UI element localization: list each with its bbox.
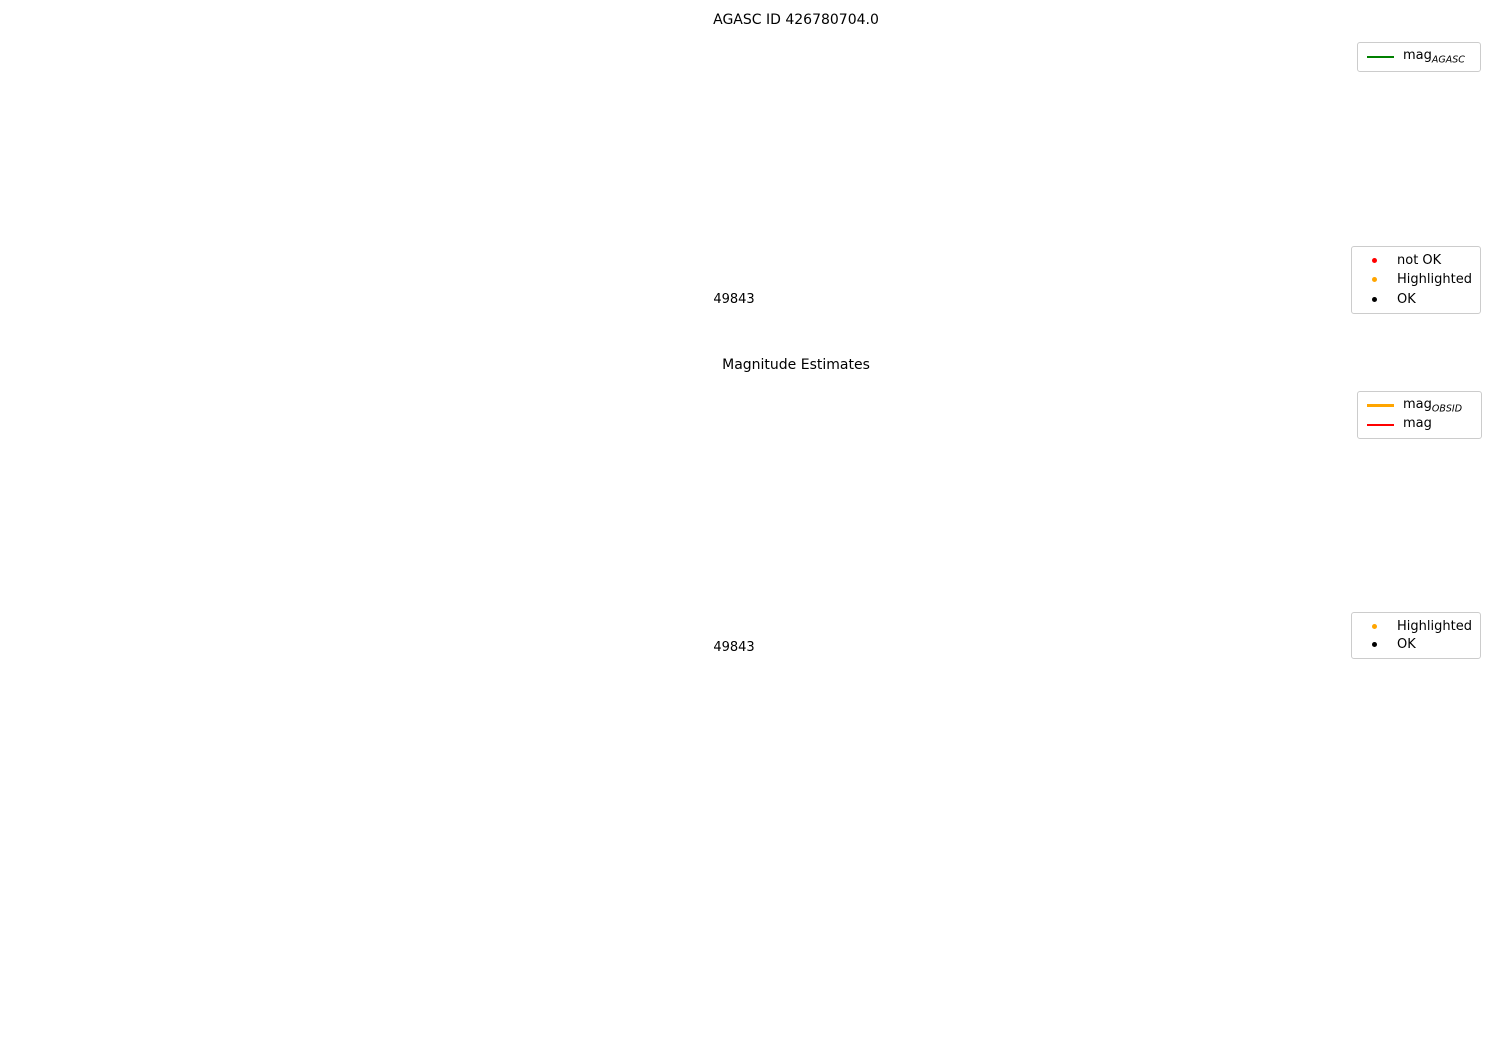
legend-label-highlighted: Highlighted xyxy=(1397,272,1472,288)
legend-item-not-ok: not OK xyxy=(1361,251,1471,270)
legend-label-highlighted-mid: Highlighted xyxy=(1397,618,1472,634)
mag-line-swatch xyxy=(1367,423,1394,426)
legend-quality-mid-panel: Highlighted OK xyxy=(1351,612,1481,659)
legend-label-not-ok: not OK xyxy=(1397,253,1442,269)
legend-item-highlighted-mid: Highlighted xyxy=(1361,617,1472,636)
highlighted-dot-swatch xyxy=(1361,623,1388,629)
plots-canvas xyxy=(0,0,1500,1050)
mag-agasc-line-swatch xyxy=(1367,56,1394,58)
figure-root: AGASC ID 426780704.0 Magnitude Estimates… xyxy=(0,0,1500,1050)
legend-item-ok: OK xyxy=(1361,290,1471,309)
legend-item-mag-obsid: magOBSID xyxy=(1367,396,1472,415)
ok-dot-swatch xyxy=(1361,296,1388,302)
mag-obsid-line-swatch xyxy=(1367,404,1394,407)
not-ok-dot-swatch xyxy=(1361,258,1388,264)
legend-mag-agasc: magAGASC xyxy=(1357,42,1481,72)
legend-label-ok-mid: OK xyxy=(1397,637,1416,653)
legend-mag-lines: magOBSID mag xyxy=(1357,391,1482,439)
legend-label-mag: mag xyxy=(1403,415,1432,431)
legend-item-ok-mid: OK xyxy=(1361,636,1471,655)
panel1-title: AGASC ID 426780704.0 xyxy=(713,12,879,28)
legend-item-mag: mag xyxy=(1367,415,1472,434)
panel2-title: Magnitude Estimates xyxy=(722,357,870,373)
legend-label-mag-agasc: magAGASC xyxy=(1403,48,1465,66)
ok-dot-swatch xyxy=(1361,642,1388,648)
panel2-obsid-annotation: 49843 xyxy=(713,640,755,655)
highlighted-dot-swatch xyxy=(1361,277,1388,283)
legend-item-mag-agasc: magAGASC xyxy=(1367,47,1471,67)
legend-quality-top-panel: not OK Highlighted OK xyxy=(1351,246,1481,314)
panel1-obsid-annotation: 49843 xyxy=(713,292,755,307)
legend-label-ok: OK xyxy=(1397,291,1416,307)
legend-item-highlighted: Highlighted xyxy=(1361,270,1472,289)
legend-label-mag-obsid: magOBSID xyxy=(1403,396,1463,415)
